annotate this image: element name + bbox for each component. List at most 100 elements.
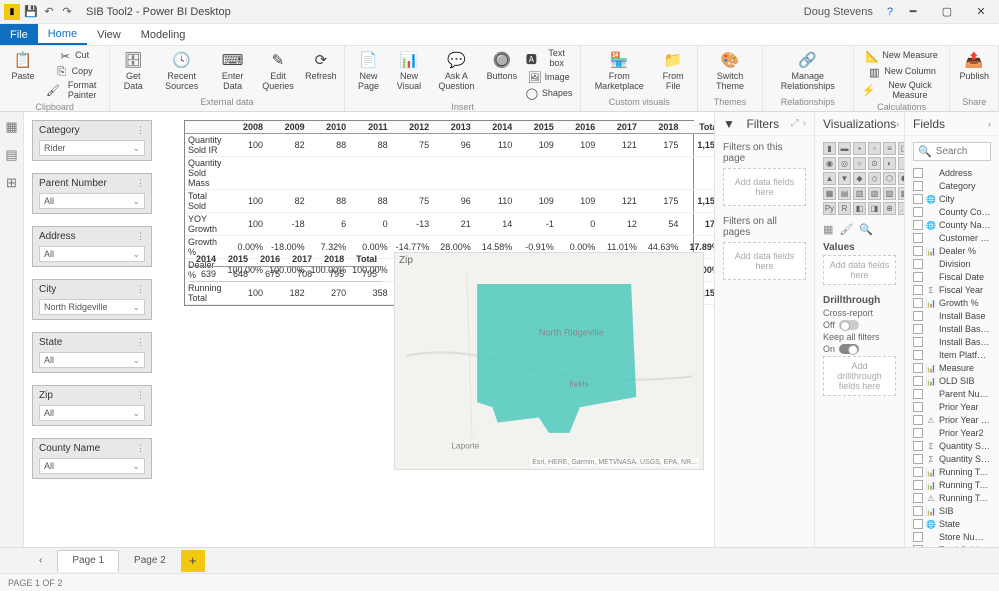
add-page-button[interactable]: + (181, 550, 205, 572)
new-page-button[interactable]: 📄New Page (351, 48, 386, 94)
field-item-platform[interactable]: Item Platform (913, 349, 991, 361)
field-running-total-2[interactable]: 📊Running Total 2 (913, 479, 991, 491)
field-prior-year-yoy-[interactable]: ⚠Prior Year YoY% (913, 414, 991, 426)
model-view-icon[interactable]: ⊞ (3, 174, 21, 192)
format-painter-button[interactable]: 🖌Format Painter (44, 80, 103, 102)
drillthrough-well[interactable]: Add drillthrough fields here (823, 356, 896, 396)
report-canvas[interactable]: Category⋮Rider⌄Parent Number⋮All⌄Address… (24, 112, 714, 547)
viz-type-icon[interactable]: ◨ (868, 202, 881, 215)
field-prior-year2[interactable]: Prior Year2 (913, 427, 991, 439)
new-measure-button[interactable]: 📐New Measure (860, 48, 944, 64)
tab-modeling[interactable]: Modeling (131, 24, 196, 45)
paste-button[interactable]: 📋Paste (6, 48, 40, 84)
analytics-tab-icon[interactable]: 🔍 (859, 223, 873, 236)
viz-type-icon[interactable]: ▥ (853, 187, 866, 200)
recent-sources-button[interactable]: 🕓Recent Sources (154, 48, 209, 94)
field-fiscal-year[interactable]: ΣFiscal Year (913, 284, 991, 296)
cross-report-switch[interactable]: Off (823, 320, 896, 330)
viz-type-icon[interactable]: ◉ (823, 157, 836, 170)
field-old-sib[interactable]: 📊OLD SIB (913, 375, 991, 387)
buttons-button[interactable]: 🔘Buttons (485, 48, 519, 84)
field-running-total[interactable]: 📊Running Total (913, 466, 991, 478)
field-county-name[interactable]: 🌐County Name (913, 219, 991, 231)
viz-type-icon[interactable]: ◐ (883, 157, 896, 170)
field-division[interactable]: Division (913, 258, 991, 270)
fields-search[interactable]: 🔍 (913, 142, 991, 161)
help-icon[interactable]: ? (887, 6, 893, 18)
marketplace-button[interactable]: 🏪From Marketplace (587, 48, 651, 94)
field-city[interactable]: 🌐City (913, 193, 991, 205)
viz-type-icon[interactable]: Py (823, 202, 836, 215)
copy-button[interactable]: ⎘Copy (44, 64, 103, 80)
map-visual[interactable]: Zip North Ridgeville fields Laporte Esri… (394, 252, 704, 470)
field-address[interactable]: Address (913, 167, 991, 179)
field-customer-na-[interactable]: Customer Na... (913, 232, 991, 244)
prev-page-button[interactable]: ‹ (24, 550, 57, 572)
visualization-picker[interactable]: ▮▬▪▫≡◫◉◎○⊙◐◑▲▼◆◇⬡⬢▦▤▥▧▨▩PyR◧◨⊕… (823, 142, 896, 215)
cut-button[interactable]: ✂Cut (44, 48, 103, 64)
viz-type-icon[interactable]: R (838, 202, 851, 215)
shapes-button[interactable]: ◯Shapes (523, 86, 575, 102)
field-install-base-2[interactable]: Install Base 2 (913, 323, 991, 335)
maximize-button[interactable]: ▢ (933, 2, 961, 22)
close-button[interactable]: ✕ (967, 2, 995, 22)
relationships-button[interactable]: 🔗Manage Relationships (769, 48, 847, 94)
slicer-parent-number[interactable]: Parent Number⋮All⌄ (32, 173, 152, 214)
field-install-base[interactable]: Install Base (913, 310, 991, 322)
save-icon[interactable]: 💾 (24, 5, 38, 19)
field-prior-year[interactable]: Prior Year (913, 401, 991, 413)
page-filters-well[interactable]: Add data fields here (723, 168, 806, 206)
viz-type-icon[interactable]: ◇ (868, 172, 881, 185)
cross-report-toggle[interactable]: Cross-report (823, 308, 896, 318)
user-name[interactable]: Doug Stevens (804, 6, 873, 18)
report-view-icon[interactable]: ▦ (3, 118, 21, 136)
collapse-icon[interactable]: › (803, 118, 806, 129)
tab-home[interactable]: Home (38, 24, 87, 45)
refresh-button[interactable]: ⟳Refresh (304, 48, 338, 84)
all-filters-well[interactable]: Add data fields here (723, 242, 806, 280)
viz-type-icon[interactable]: ▦ (823, 187, 836, 200)
search-input[interactable] (936, 146, 986, 157)
field-total-sold[interactable]: 📊Total Sold (913, 544, 991, 547)
field-growth-[interactable]: 📊Growth % (913, 297, 991, 309)
field-sib[interactable]: 📊SIB (913, 505, 991, 517)
image-button[interactable]: 🖼Image (523, 70, 575, 86)
minimize-button[interactable]: ━ (899, 2, 927, 22)
field-state[interactable]: 🌐State (913, 518, 991, 530)
data-view-icon[interactable]: ▤ (3, 146, 21, 164)
viz-type-icon[interactable]: ◧ (853, 202, 866, 215)
slicer-state[interactable]: State⋮All⌄ (32, 332, 152, 373)
format-tab-icon[interactable]: 🖌 (839, 223, 853, 236)
viz-type-icon[interactable]: ⊕ (883, 202, 896, 215)
new-visual-button[interactable]: 📊New Visual (390, 48, 428, 94)
viz-type-icon[interactable]: ▨ (883, 187, 896, 200)
field-parent-number[interactable]: Parent Number (913, 388, 991, 400)
viz-type-icon[interactable]: ≡ (883, 142, 896, 155)
viz-type-icon[interactable]: ◆ (853, 172, 866, 185)
get-data-button[interactable]: 🗄Get Data (116, 48, 150, 94)
viz-type-icon[interactable]: ▼ (838, 172, 851, 185)
collapse-icon[interactable]: › (896, 119, 899, 129)
field-running-total-3[interactable]: ⚠Running Total 3 (913, 492, 991, 504)
page-tab-2[interactable]: Page 2 (119, 550, 181, 572)
undo-icon[interactable]: ↶ (42, 5, 56, 19)
viz-type-icon[interactable]: ▬ (838, 142, 851, 155)
viz-type-icon[interactable]: ▲ (823, 172, 836, 185)
viz-type-icon[interactable]: ▫ (868, 142, 881, 155)
field-county-code[interactable]: County Code (913, 206, 991, 218)
field-fiscal-date[interactable]: Fiscal Date (913, 271, 991, 283)
viz-type-icon[interactable]: ▤ (838, 187, 851, 200)
from-file-button[interactable]: 📁From File (655, 48, 691, 94)
slicer-county-name[interactable]: County Name⋮All⌄ (32, 438, 152, 479)
page-tab-1[interactable]: Page 1 (57, 550, 119, 572)
enter-data-button[interactable]: ⌨Enter Data (213, 48, 252, 94)
collapse-icon[interactable]: › (988, 119, 991, 129)
theme-button[interactable]: 🎨Switch Theme (704, 48, 756, 94)
field-dealer-[interactable]: 📊Dealer % (913, 245, 991, 257)
fields-tab-icon[interactable]: ▦ (823, 223, 833, 236)
values-well[interactable]: Add data fields here (823, 255, 896, 285)
viz-type-icon[interactable]: ⬡ (883, 172, 896, 185)
slicer-zip[interactable]: Zip⋮All⌄ (32, 385, 152, 426)
field-measure[interactable]: 📊Measure (913, 362, 991, 374)
viz-type-icon[interactable]: ▪ (853, 142, 866, 155)
